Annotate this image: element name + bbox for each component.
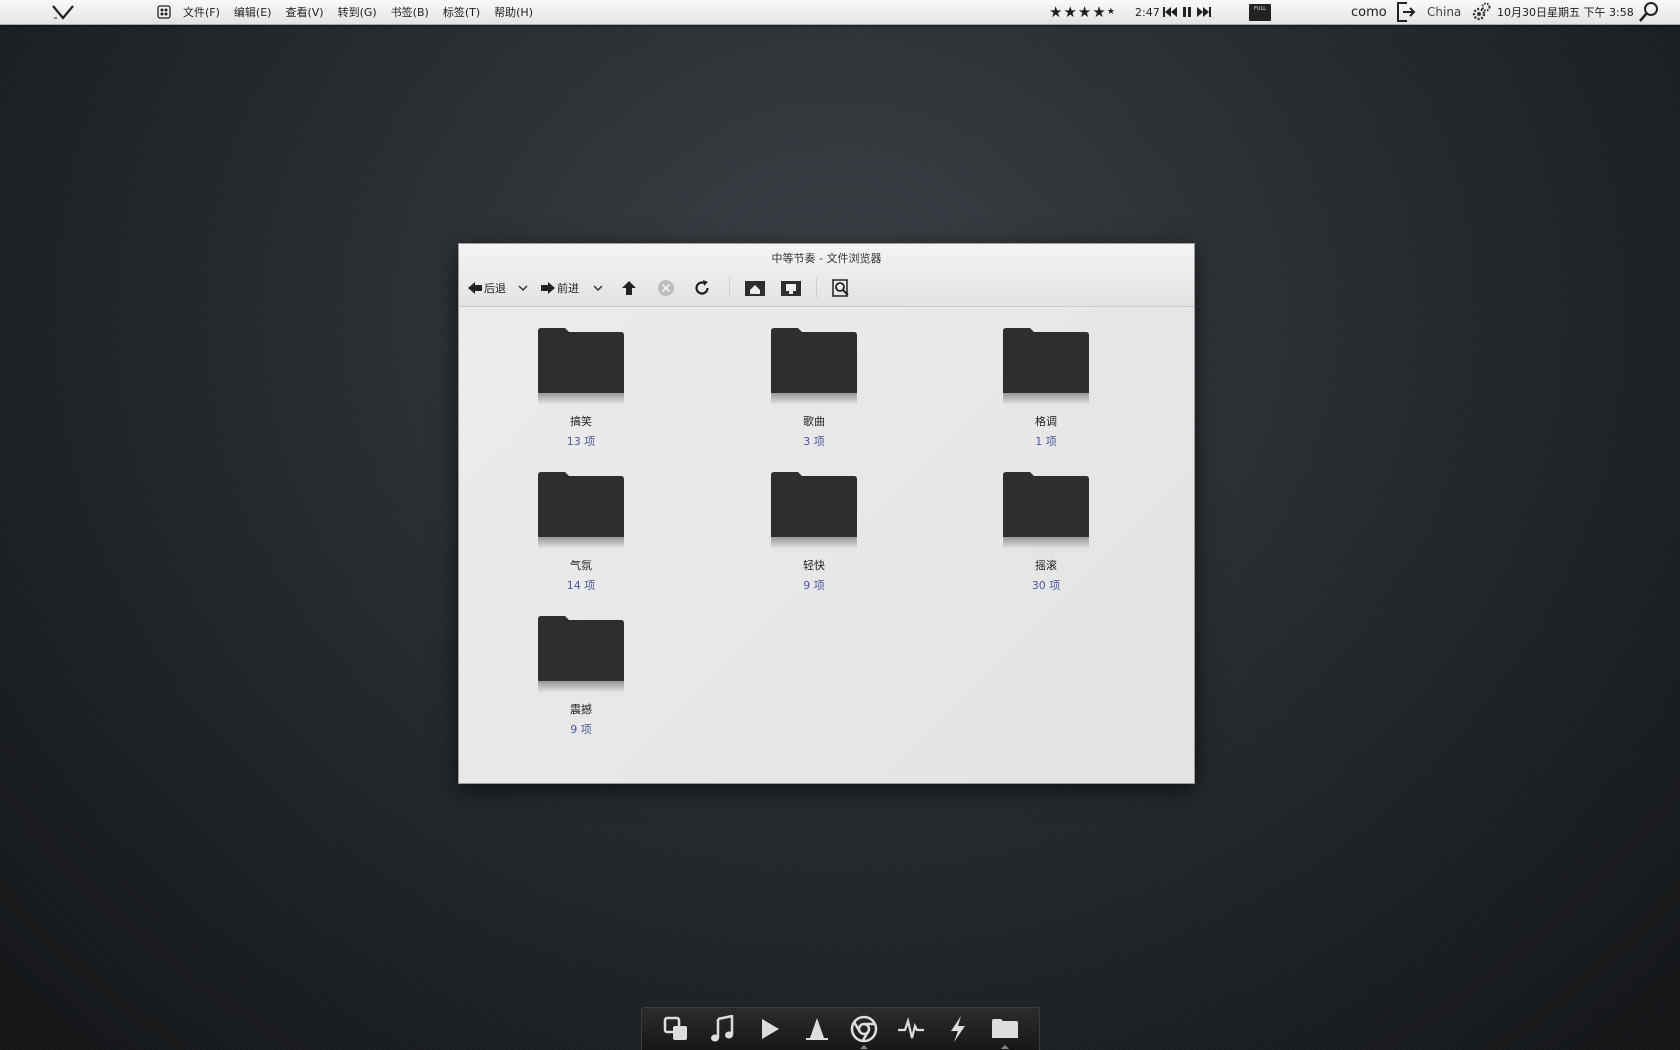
folder-count: 9 项 — [570, 723, 592, 736]
dock-windows-icon[interactable] — [659, 1012, 693, 1046]
folder-count: 30 项 — [1031, 579, 1061, 592]
folder-count: 3 项 — [803, 435, 825, 448]
stop-button[interactable] — [657, 276, 675, 300]
pause-icon[interactable] — [1182, 0, 1192, 24]
folder-name: 轻快 — [803, 559, 825, 572]
folder-icon — [537, 327, 625, 405]
top-panel: 文件(F) 编辑(E) 查看(V) 转到(G) 书签(B) 标签(T) 帮助(H… — [0, 0, 1680, 25]
toolbar-separator — [729, 278, 730, 298]
launcher-chevron-icon[interactable] — [50, 0, 76, 24]
prev-track-icon[interactable] — [1162, 0, 1178, 24]
folder-icon — [537, 471, 625, 549]
star-icon[interactable]: ★ — [1092, 3, 1105, 21]
dock — [641, 1007, 1040, 1050]
folder-item[interactable]: 气氛 14 项 — [511, 471, 651, 593]
folder-icon — [537, 615, 625, 693]
folder-grid: 搞笑 13 项 歌曲 3 项 格调 1 项 气氛 14 项 轻快 9 项 摇滚 … — [459, 307, 1194, 783]
menu-tabs[interactable]: 标签(T) — [443, 4, 480, 20]
search-icon[interactable] — [1637, 0, 1661, 24]
menu-view[interactable]: 查看(V) — [285, 4, 323, 20]
computer-button[interactable] — [780, 276, 802, 300]
folder-name: 歌曲 — [803, 415, 825, 428]
clock[interactable]: 10月30日星期五 下午 3:58 — [1497, 0, 1634, 24]
forward-button[interactable]: 前进 — [540, 276, 579, 300]
folder-item[interactable]: 震撼 9 项 — [511, 615, 651, 737]
star-icon[interactable]: ★ — [1049, 3, 1062, 21]
dock-play-icon[interactable] — [753, 1012, 787, 1046]
menu-file[interactable]: 文件(F) — [183, 4, 220, 20]
dock-chrome-icon[interactable] — [847, 1012, 881, 1049]
home-button[interactable] — [744, 276, 766, 300]
find-file-icon — [832, 279, 849, 297]
folder-count: 14 项 — [566, 579, 596, 592]
dock-lightning-icon[interactable] — [941, 1012, 975, 1046]
arrow-right-icon — [541, 282, 555, 294]
window-titlebar[interactable]: 中等节奏 - 文件浏览器 后退 前进 — [459, 244, 1194, 307]
back-label: 后退 — [484, 282, 506, 295]
back-history-dropdown[interactable] — [518, 276, 528, 300]
chevron-down-icon — [593, 285, 603, 292]
settings-gear-icon[interactable] — [1470, 0, 1492, 24]
folder-name: 摇滚 — [1035, 559, 1057, 572]
folder-count: 13 项 — [566, 435, 596, 448]
menu-bar: 文件(F) 编辑(E) 查看(V) 转到(G) 书签(B) 标签(T) 帮助(H… — [183, 0, 547, 24]
forward-label: 前进 — [557, 282, 579, 295]
stop-icon — [658, 280, 674, 296]
toolbar-separator — [816, 278, 817, 298]
menu-bookmarks[interactable]: 书签(B) — [391, 4, 429, 20]
location-label[interactable]: China — [1427, 0, 1461, 24]
file-browser-window: 中等节奏 - 文件浏览器 后退 前进 搞笑 13 项 歌曲 3 项 格调 1 项… — [458, 243, 1195, 784]
menu-go[interactable]: 转到(G) — [338, 4, 377, 20]
folder-name: 震撼 — [570, 703, 592, 716]
search-button[interactable] — [831, 276, 851, 300]
star-icon[interactable]: ★ — [1078, 3, 1091, 21]
up-button[interactable] — [621, 276, 637, 300]
folder-name: 格调 — [1035, 415, 1057, 428]
folder-count: 1 项 — [1035, 435, 1057, 448]
arrow-up-icon — [622, 281, 636, 295]
toolbar: 后退 前进 — [467, 274, 851, 302]
logout-icon[interactable] — [1395, 0, 1417, 24]
folder-icon — [1002, 471, 1090, 549]
folder-icon — [770, 471, 858, 549]
folder-count: 9 项 — [803, 579, 825, 592]
folder-icon — [1002, 327, 1090, 405]
dock-cone-icon[interactable] — [800, 1012, 834, 1046]
forward-history-dropdown[interactable] — [593, 276, 603, 300]
arrow-left-icon — [468, 282, 482, 294]
reload-icon — [695, 280, 709, 295]
dock-folder-icon[interactable] — [988, 1012, 1022, 1049]
fullscreen-badge[interactable]: FULL — [1249, 0, 1271, 24]
next-track-icon[interactable] — [1196, 0, 1212, 24]
folder-item[interactable]: 歌曲 3 项 — [744, 327, 884, 449]
user-name[interactable]: como — [1351, 0, 1387, 24]
reload-button[interactable] — [693, 276, 711, 300]
folder-item[interactable]: 摇滚 30 项 — [976, 471, 1116, 593]
rating-stars[interactable]: ★ ★ ★ ★ ★ — [1049, 0, 1116, 24]
menu-help[interactable]: 帮助(H) — [494, 4, 533, 20]
time-elapsed: 2:47 — [1135, 5, 1160, 19]
dock-music-icon[interactable] — [706, 1012, 740, 1046]
star-icon[interactable]: ★ — [1063, 3, 1076, 21]
folder-name: 气氛 — [570, 559, 592, 572]
star-empty-icon[interactable]: ★ — [1107, 7, 1115, 17]
folder-item[interactable]: 搞笑 13 项 — [511, 327, 651, 449]
home-folder-icon — [745, 281, 765, 296]
folder-item[interactable]: 格调 1 项 — [976, 327, 1116, 449]
computer-folder-icon — [781, 281, 801, 296]
folder-item[interactable]: 轻快 9 项 — [744, 471, 884, 593]
menu-edit[interactable]: 编辑(E) — [234, 4, 272, 20]
app-menu-icon[interactable] — [156, 0, 172, 24]
window-title: 中等节奏 - 文件浏览器 — [771, 252, 882, 265]
folder-icon — [770, 327, 858, 405]
chevron-down-icon — [518, 285, 528, 292]
folder-name: 搞笑 — [570, 415, 592, 428]
dock-pulse-icon[interactable] — [894, 1012, 928, 1046]
back-button[interactable]: 后退 — [467, 276, 506, 300]
